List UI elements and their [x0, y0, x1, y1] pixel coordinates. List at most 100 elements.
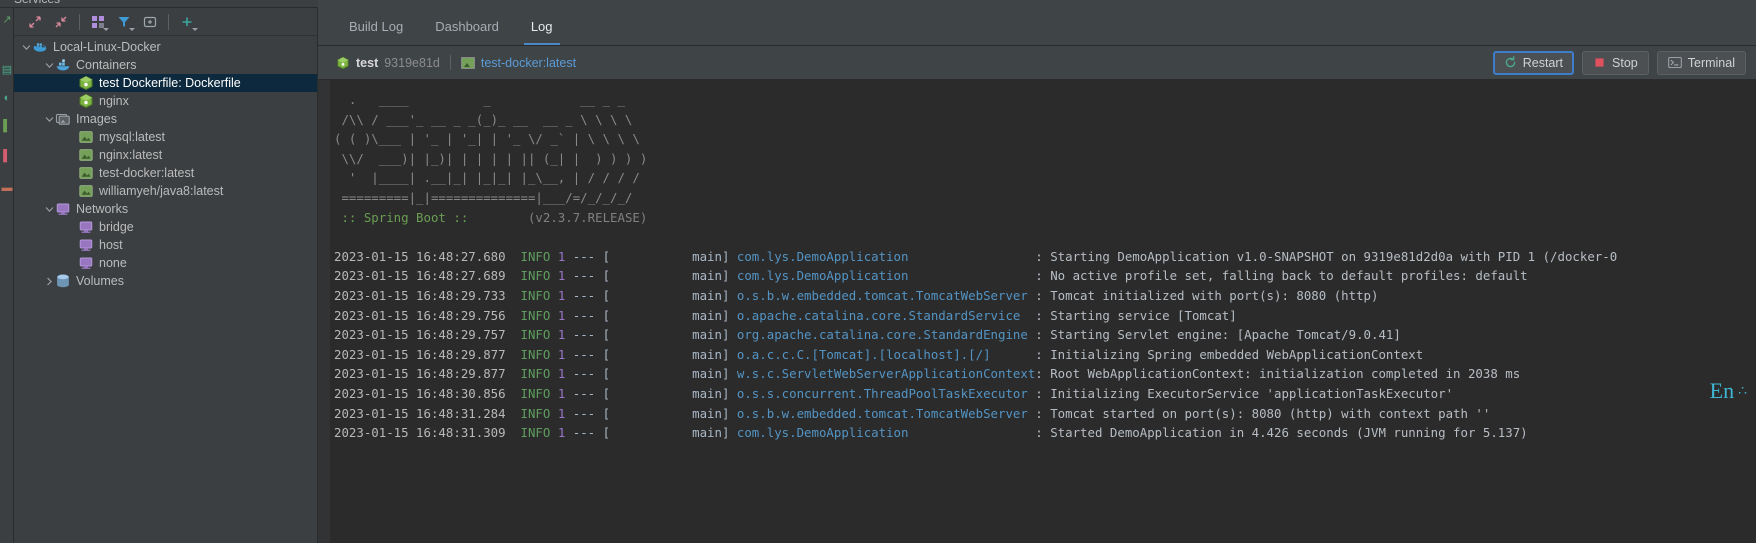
- tree-item-label: Images: [76, 112, 117, 126]
- group-by-button[interactable]: [85, 10, 111, 34]
- tree-item-label: Volumes: [76, 274, 124, 288]
- twisty-open-icon[interactable]: [43, 200, 55, 218]
- restart-button[interactable]: Restart: [1492, 50, 1575, 75]
- image-icon: [78, 129, 94, 145]
- top-strip-right: [318, 0, 1756, 8]
- tab-label: Build Log: [349, 19, 404, 34]
- images-icon: [55, 111, 71, 127]
- services-tool-window: Services ↗ ▤ ◐ ▌ ▌ ▬: [0, 0, 1756, 543]
- tree-item-label: bridge: [99, 220, 134, 234]
- button-label: Terminal: [1687, 55, 1735, 70]
- tree-item-label: host: [99, 238, 123, 252]
- tree-item-label: nginx: [99, 94, 129, 108]
- tab-bar: Build Log Dashboard Log: [318, 8, 1756, 46]
- log-view: . ____ _ __ _ _ /\\ / ___'_ __ _ _(_)_ _…: [318, 80, 1756, 543]
- filter-button[interactable]: [111, 10, 137, 34]
- tree-item-label: Networks: [76, 202, 129, 216]
- services-tree: Local-Linux-Docker Containers test Dockerf…: [14, 36, 317, 525]
- add-container-button[interactable]: [137, 10, 163, 34]
- log-console[interactable]: . ____ _ __ _ _ /\\ / ___'_ __ _ _(_)_ _…: [330, 80, 1756, 543]
- tree-item-label: test Dockerfile: Dockerfile: [99, 76, 241, 90]
- tree-item-containers[interactable]: Containers: [14, 56, 317, 74]
- left-icon-rail: ↗ ▤ ◐ ▌ ▌ ▬: [0, 8, 14, 543]
- arrow-up-right-icon[interactable]: ↗: [1, 14, 13, 26]
- container-toolbar: test 9319e81d test-docker:latest Restart…: [318, 46, 1756, 80]
- tree-item-label: Containers: [76, 58, 137, 72]
- volumes-icon: [55, 273, 71, 289]
- stop-button[interactable]: Stop: [1582, 50, 1649, 75]
- tree-item-host[interactable]: host: [14, 236, 317, 254]
- collapse-all-button[interactable]: [48, 10, 74, 34]
- twisty-closed-icon[interactable]: [43, 272, 55, 290]
- tree-item-label: Local-Linux-Docker: [53, 40, 161, 54]
- tree-item-test-docker-latest[interactable]: test-docker:latest: [14, 164, 317, 182]
- tree-item-williamyeh-java8-latest[interactable]: williamyeh/java8:latest: [14, 182, 317, 200]
- window-title-strip: Services: [0, 0, 1756, 8]
- container-icon: [78, 93, 94, 109]
- twisty-open-icon[interactable]: [43, 56, 55, 74]
- tree-item-mysql-latest[interactable]: mysql:latest: [14, 128, 317, 146]
- tree-item-bridge[interactable]: bridge: [14, 218, 317, 236]
- image-icon: [78, 165, 94, 181]
- toolbar-divider-2: [168, 13, 169, 30]
- containers-icon: [55, 57, 71, 73]
- tab-label: Dashboard: [435, 19, 499, 34]
- tab-dashboard[interactable]: Dashboard: [419, 8, 515, 45]
- window-title: Services: [14, 0, 60, 6]
- tab-log[interactable]: Log: [515, 8, 569, 45]
- tab-label: Log: [530, 19, 553, 34]
- tree-item-local-linux-docker[interactable]: Local-Linux-Docker: [14, 38, 317, 56]
- container-icon: [78, 75, 94, 91]
- container-icon: [336, 56, 350, 70]
- log-gutter: [318, 80, 330, 543]
- tree-item-nginx[interactable]: nginx: [14, 92, 317, 110]
- image-link[interactable]: test-docker:latest: [481, 56, 576, 70]
- toolbar-divider-1: [79, 13, 80, 30]
- terminal-icon: [1667, 56, 1682, 69]
- tree-item-test-dockerfile-dockerfile[interactable]: test Dockerfile: Dockerfile: [14, 74, 317, 92]
- container-name: test: [356, 55, 379, 70]
- bar-red-icon[interactable]: ▌: [1, 150, 13, 162]
- document-icon[interactable]: ▤: [1, 64, 13, 76]
- tree-item-networks[interactable]: Networks: [14, 200, 317, 218]
- container-actions: Restart Stop Terminal: [1492, 50, 1746, 75]
- stop-icon: [1593, 56, 1606, 69]
- button-label: Restart: [1522, 55, 1564, 70]
- network-icon: [78, 237, 94, 253]
- tree-item-volumes[interactable]: Volumes: [14, 272, 317, 290]
- tree-item-label: test-docker:latest: [99, 166, 195, 180]
- twisty-open-icon[interactable]: [43, 110, 55, 128]
- add-button[interactable]: [174, 10, 200, 34]
- tree-item-nginx-latest[interactable]: nginx:latest: [14, 146, 317, 164]
- bar-green-icon[interactable]: ▌: [1, 120, 13, 132]
- add-caret-icon: [192, 27, 198, 31]
- breadcrumb-divider: [449, 55, 451, 70]
- tab-build-log[interactable]: Build Log: [333, 8, 419, 45]
- tree-item-none[interactable]: none: [14, 254, 317, 272]
- circle-icon[interactable]: ◐: [1, 92, 13, 104]
- expand-all-button[interactable]: [22, 10, 48, 34]
- network-icon: [78, 219, 94, 235]
- main-panel: Build Log Dashboard Log test 9319e81d te…: [318, 8, 1756, 543]
- tree-item-images[interactable]: Images: [14, 110, 317, 128]
- image-breadcrumb[interactable]: test-docker:latest: [460, 55, 576, 70]
- docker-icon: [32, 39, 48, 55]
- twisty-open-icon[interactable]: [20, 38, 32, 56]
- sidebar-bottom-filler: [14, 525, 317, 543]
- dash-icon[interactable]: ▬: [1, 182, 13, 194]
- image-icon: [78, 183, 94, 199]
- network-icon: [78, 255, 94, 271]
- group-by-caret-icon: [103, 27, 109, 31]
- main-body: ↗ ▤ ◐ ▌ ▌ ▬ Local-Linux-Docker Container…: [0, 8, 1756, 543]
- terminal-button[interactable]: Terminal: [1656, 50, 1746, 75]
- image-icon: [460, 55, 475, 70]
- breadcrumb: test 9319e81d: [336, 56, 440, 70]
- restart-icon: [1504, 56, 1517, 69]
